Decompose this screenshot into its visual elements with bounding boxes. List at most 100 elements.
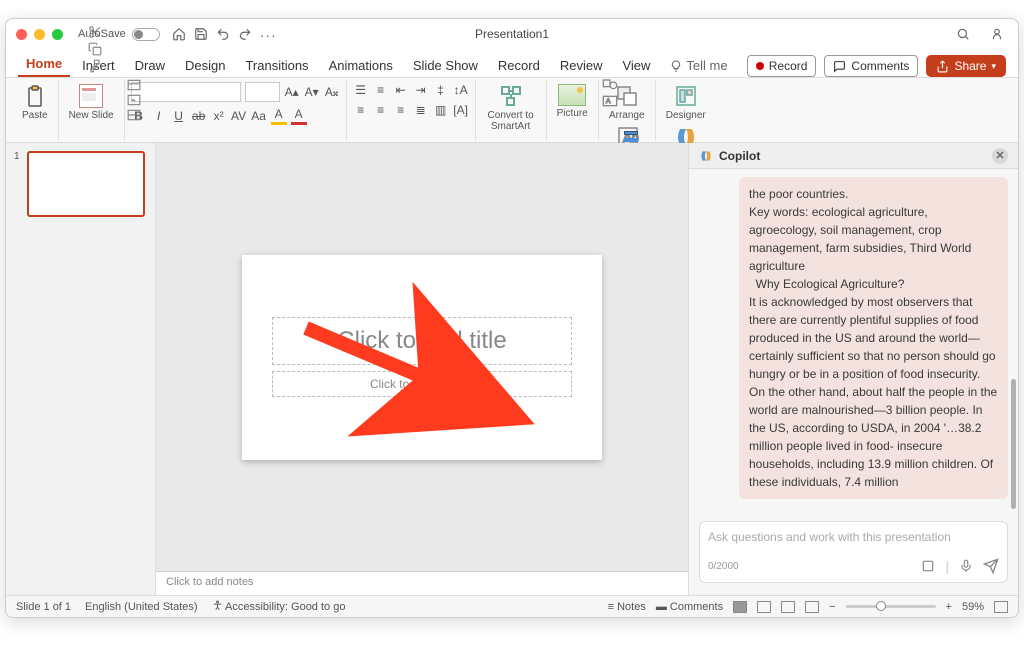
text-direction-icon[interactable]: ↕A bbox=[453, 82, 469, 98]
picture-button[interactable]: Picture bbox=[553, 82, 592, 121]
tab-tellme[interactable]: Tell me bbox=[662, 54, 735, 77]
smartart-icon bbox=[499, 84, 523, 108]
slide-thumbnail-1[interactable] bbox=[27, 151, 145, 217]
align-center-icon[interactable]: ≡ bbox=[373, 102, 389, 118]
italic-icon[interactable]: I bbox=[151, 108, 167, 124]
subscript-icon[interactable]: x² bbox=[211, 108, 227, 124]
bullets-icon[interactable]: ☰ bbox=[353, 82, 369, 98]
highlight-icon[interactable]: A bbox=[271, 106, 287, 125]
accessibility-status[interactable]: Accessibility: Good to go bbox=[212, 600, 346, 613]
designer-group: Designer Copilot bbox=[656, 80, 716, 140]
cut-icon[interactable] bbox=[88, 25, 102, 39]
underline-icon[interactable]: U bbox=[171, 108, 187, 124]
clear-format-icon[interactable]: A𝄪 bbox=[324, 84, 340, 100]
format-painter-icon[interactable] bbox=[88, 59, 102, 73]
lightbulb-icon bbox=[670, 60, 682, 72]
copilot-user-message: the poor countries. Key words: ecologica… bbox=[739, 177, 1008, 499]
notes-pane[interactable]: Click to add notes bbox=[156, 571, 688, 595]
slideshow-view-icon[interactable] bbox=[805, 601, 819, 613]
line-spacing-icon[interactable]: ‡ bbox=[433, 82, 449, 98]
more-icon[interactable]: ··· bbox=[260, 27, 274, 41]
tab-record[interactable]: Record bbox=[490, 54, 548, 77]
textbox-icon[interactable]: A bbox=[602, 94, 618, 108]
zoom-percent[interactable]: 59% bbox=[962, 601, 984, 613]
comments-button[interactable]: Comments bbox=[824, 55, 918, 77]
comments-toggle[interactable]: ▬ Comments bbox=[656, 601, 723, 613]
tab-draw[interactable]: Draw bbox=[127, 54, 173, 77]
account-icon[interactable] bbox=[990, 27, 1004, 41]
increase-font-icon[interactable]: A▴ bbox=[284, 84, 300, 100]
maximize-window-icon[interactable] bbox=[52, 29, 63, 40]
align-left-icon[interactable]: ≡ bbox=[353, 102, 369, 118]
increase-indent-icon[interactable]: ⇥ bbox=[413, 82, 429, 98]
copilot-input[interactable] bbox=[708, 530, 999, 544]
align-right-icon[interactable]: ≡ bbox=[393, 102, 409, 118]
shape-outline-icon[interactable] bbox=[624, 138, 638, 142]
tab-home[interactable]: Home bbox=[18, 52, 70, 77]
fit-window-icon[interactable] bbox=[994, 601, 1008, 613]
convert-smartart-button[interactable]: Convert to SmartArt bbox=[482, 82, 540, 134]
mic-icon[interactable] bbox=[959, 559, 973, 573]
close-window-icon[interactable] bbox=[16, 29, 27, 40]
tab-view[interactable]: View bbox=[614, 54, 658, 77]
undo-icon[interactable] bbox=[216, 27, 230, 41]
tab-animations[interactable]: Animations bbox=[321, 54, 401, 77]
layout-icon[interactable] bbox=[127, 79, 141, 91]
section-icon[interactable] bbox=[127, 109, 141, 121]
tab-transitions[interactable]: Transitions bbox=[237, 54, 316, 77]
decrease-font-icon[interactable]: A▾ bbox=[304, 84, 320, 100]
align-text-icon[interactable]: [A] bbox=[453, 102, 469, 118]
paste-button[interactable]: Paste bbox=[18, 82, 52, 123]
reading-view-icon[interactable] bbox=[781, 601, 795, 613]
copy-icon[interactable] bbox=[88, 42, 102, 56]
reset-icon[interactable] bbox=[127, 94, 141, 106]
shape-fill-icon[interactable] bbox=[624, 131, 638, 135]
notes-toggle[interactable]: ≡ Notes bbox=[608, 601, 646, 613]
autosave-toggle[interactable] bbox=[132, 28, 160, 41]
new-slide-button[interactable]: New Slide bbox=[65, 82, 118, 123]
new-slide-icon bbox=[79, 84, 103, 108]
paragraph-group: ☰ ≡ ⇤ ⇥ ‡ ↕A ≡ ≡ ≡ ≣ ▥ [A] bbox=[347, 80, 476, 140]
strike-icon[interactable]: ab bbox=[191, 108, 207, 124]
designer-button[interactable]: Designer bbox=[662, 82, 710, 123]
numbering-icon[interactable]: ≡ bbox=[373, 82, 389, 98]
copilot-close-button[interactable]: ✕ bbox=[992, 148, 1008, 164]
smartart-group: Convert to SmartArt bbox=[476, 80, 547, 140]
arrange-icon bbox=[615, 84, 639, 108]
save-icon[interactable] bbox=[194, 27, 208, 41]
change-case-icon[interactable]: Aa bbox=[251, 108, 267, 124]
attach-icon[interactable] bbox=[921, 559, 935, 573]
justify-icon[interactable]: ≣ bbox=[413, 102, 429, 118]
tab-design[interactable]: Design bbox=[177, 54, 233, 77]
font-size-select[interactable] bbox=[245, 82, 280, 102]
normal-view-icon[interactable] bbox=[733, 601, 747, 613]
char-spacing-icon[interactable]: AV bbox=[231, 108, 247, 124]
tab-slideshow[interactable]: Slide Show bbox=[405, 54, 486, 77]
search-icon[interactable] bbox=[956, 27, 970, 41]
subtitle-placeholder[interactable]: Click to add subtitle bbox=[272, 371, 572, 397]
minimize-window-icon[interactable] bbox=[34, 29, 45, 40]
zoom-slider[interactable] bbox=[846, 605, 936, 608]
font-name-select[interactable] bbox=[131, 82, 241, 102]
slide-canvas-area[interactable]: Click to add title Click to add subtitle bbox=[156, 143, 688, 571]
shapes-icon[interactable] bbox=[602, 77, 618, 91]
font-color-icon[interactable]: A bbox=[291, 106, 307, 125]
sorter-view-icon[interactable] bbox=[757, 601, 771, 613]
zoom-out-button[interactable]: − bbox=[829, 601, 835, 613]
slides-group: New Slide bbox=[59, 80, 125, 140]
ribbon: Paste New Slide A▴ bbox=[6, 77, 1018, 143]
title-placeholder[interactable]: Click to add title bbox=[272, 317, 572, 365]
decrease-indent-icon[interactable]: ⇤ bbox=[393, 82, 409, 98]
home-icon[interactable] bbox=[172, 27, 186, 41]
share-button[interactable]: Share▾ bbox=[926, 55, 1006, 77]
record-button[interactable]: Record bbox=[747, 55, 817, 77]
send-icon[interactable] bbox=[983, 558, 999, 574]
language-status[interactable]: English (United States) bbox=[85, 601, 198, 613]
tab-review[interactable]: Review bbox=[552, 54, 611, 77]
copilot-scrollbar[interactable] bbox=[1011, 379, 1016, 509]
zoom-in-button[interactable]: + bbox=[946, 601, 952, 613]
slide: Click to add title Click to add subtitle bbox=[242, 255, 602, 460]
columns-icon[interactable]: ▥ bbox=[433, 102, 449, 118]
redo-icon[interactable] bbox=[238, 27, 252, 41]
svg-text:A: A bbox=[606, 98, 611, 105]
